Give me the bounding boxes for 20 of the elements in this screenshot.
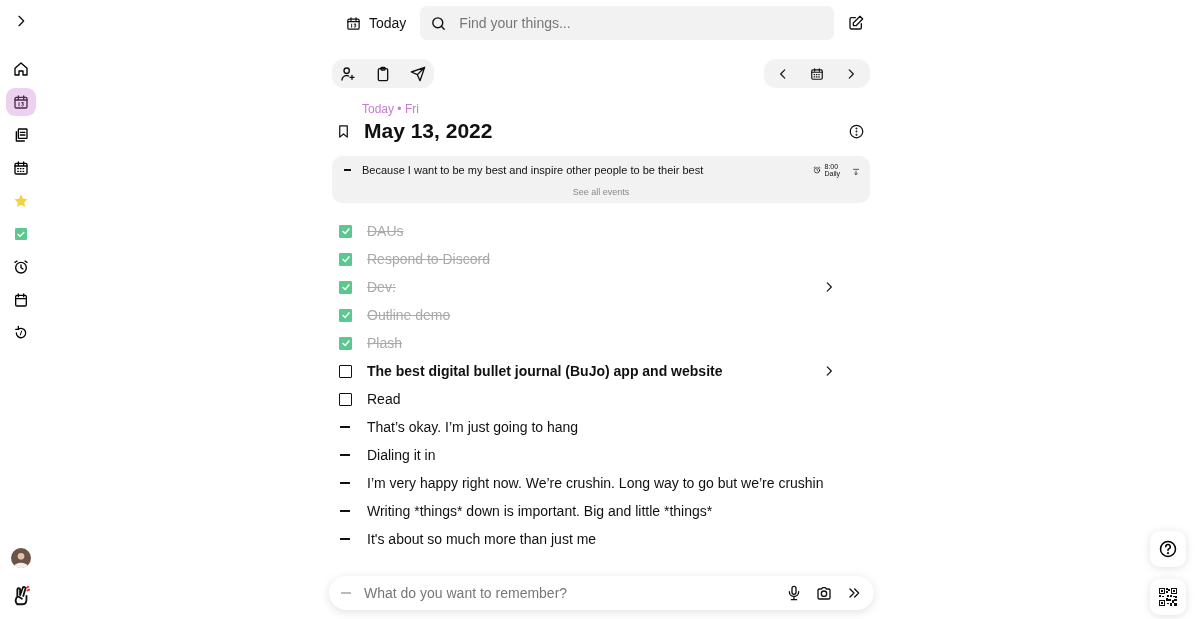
note-text: That’s okay. I’m just going to hang bbox=[367, 419, 580, 435]
note-text: I’m very happy right now. We’re crushin. Long way to go but we’re crushin bbox=[367, 475, 825, 491]
task-text: The best digital bullet journal (BuJo) app and website bbox=[367, 363, 724, 379]
task-text: Plash bbox=[367, 335, 404, 351]
task-text: Dev: bbox=[367, 279, 397, 295]
search-field[interactable]: Find your things... bbox=[420, 6, 834, 40]
today-button[interactable]: Today bbox=[332, 6, 421, 40]
task-text: Outline demo bbox=[367, 307, 452, 323]
day-label: Today • Fri bbox=[362, 102, 420, 116]
task-text: DAUs bbox=[367, 223, 405, 239]
composer-field[interactable]: What do you want to remember? bbox=[329, 576, 874, 610]
note-text: Writing *things* down is important. Big and little *things* bbox=[367, 503, 714, 519]
task-text: Read bbox=[367, 391, 402, 407]
search-input[interactable]: Find your things... bbox=[457, 14, 824, 32]
date-title: May 13, 2022 bbox=[364, 119, 494, 143]
note-text: It's about so much more than just me bbox=[367, 531, 598, 547]
note-text: Dialing it in bbox=[367, 447, 437, 463]
composer-input[interactable]: What do you want to remember? bbox=[362, 584, 772, 602]
event-text: Because I want to be my best and inspire other people to be their best bbox=[362, 164, 705, 176]
task-text: Respond to Discord bbox=[367, 251, 491, 267]
